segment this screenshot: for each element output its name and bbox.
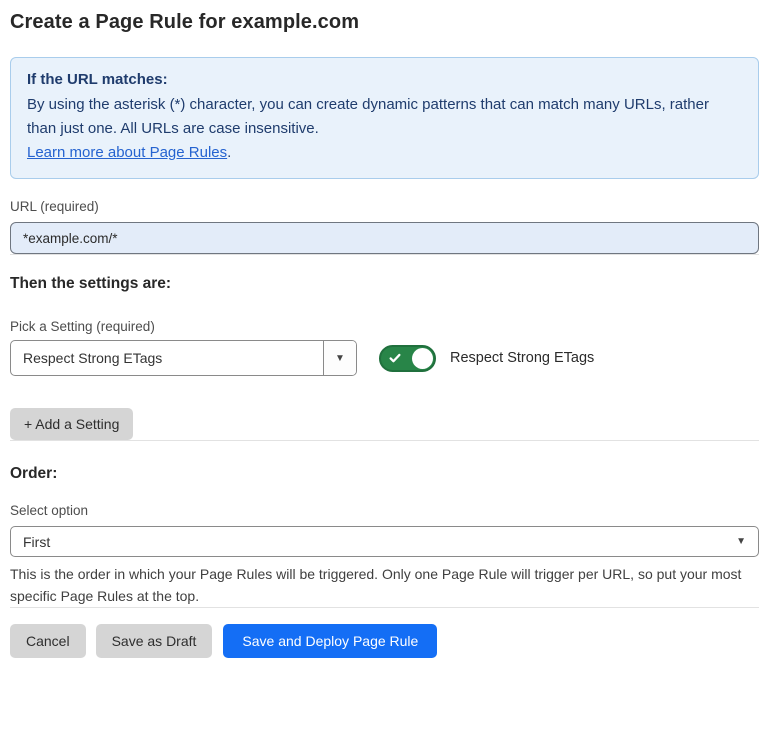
info-box-heading: If the URL matches: xyxy=(27,67,742,93)
cancel-button[interactable]: Cancel xyxy=(10,624,86,658)
setting-select[interactable]: Respect Strong ETags ▼ xyxy=(10,340,357,376)
link-suffix: . xyxy=(227,144,231,161)
etag-toggle[interactable] xyxy=(379,345,436,372)
setting-row: Respect Strong ETags ▼ Respect Strong ET… xyxy=(10,340,759,376)
order-select-value: First xyxy=(23,534,50,550)
order-help-text: This is the order in which your Page Rul… xyxy=(10,563,755,607)
add-setting-button[interactable]: + Add a Setting xyxy=(10,408,133,440)
divider xyxy=(10,607,759,608)
check-icon xyxy=(388,351,402,365)
url-match-info-box: If the URL matches: By using the asteris… xyxy=(10,57,759,179)
etag-toggle-label: Respect Strong ETags xyxy=(450,350,594,366)
chevron-down-icon: ▼ xyxy=(736,536,746,547)
page-title: Create a Page Rule for example.com xyxy=(10,11,759,34)
url-field-label: URL (required) xyxy=(10,199,759,214)
order-select-label: Select option xyxy=(10,503,759,518)
info-link-line: Learn more about Page Rules. xyxy=(27,141,742,165)
settings-section-heading: Then the settings are: xyxy=(10,275,759,293)
pick-setting-label: Pick a Setting (required) xyxy=(10,319,759,334)
save-draft-button[interactable]: Save as Draft xyxy=(96,624,213,658)
action-bar: Cancel Save as Draft Save and Deploy Pag… xyxy=(10,624,759,658)
setting-select-value: Respect Strong ETags xyxy=(11,341,323,375)
info-box-body: By using the asterisk (*) character, you… xyxy=(27,93,742,141)
learn-more-link[interactable]: Learn more about Page Rules xyxy=(27,144,227,161)
url-input[interactable] xyxy=(10,222,759,254)
chevron-down-icon[interactable]: ▼ xyxy=(323,341,356,375)
order-select[interactable]: First ▼ xyxy=(10,526,759,557)
divider xyxy=(10,254,759,255)
order-section-heading: Order: xyxy=(10,465,759,483)
divider xyxy=(10,440,759,441)
toggle-knob xyxy=(412,348,433,369)
save-deploy-button[interactable]: Save and Deploy Page Rule xyxy=(223,624,437,658)
